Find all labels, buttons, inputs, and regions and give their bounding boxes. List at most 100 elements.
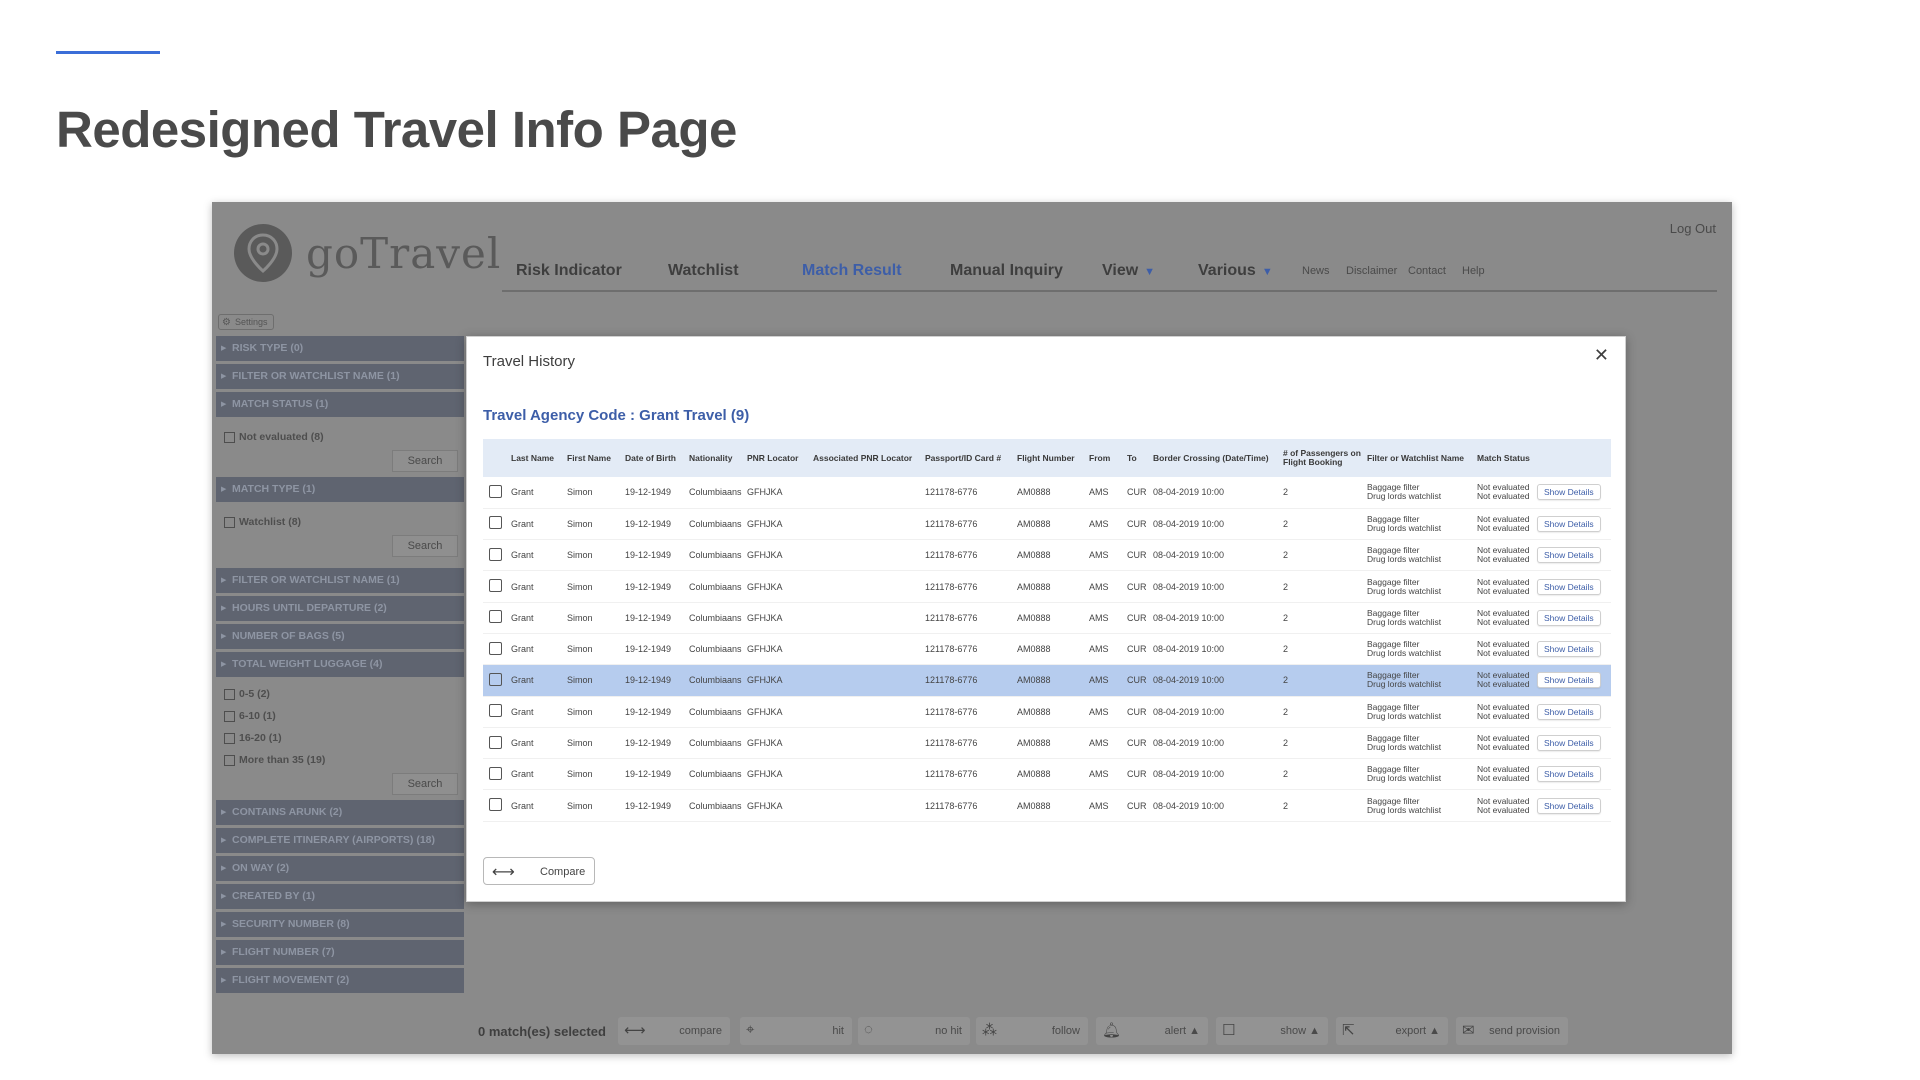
search-button[interactable]: Search xyxy=(392,450,458,472)
show-details-button[interactable]: Show Details xyxy=(1537,547,1601,564)
export-action-button[interactable]: ⇱ export ▲ xyxy=(1336,1017,1448,1045)
alert-action-button[interactable]: 🔔︎ alert ▲ xyxy=(1096,1017,1208,1045)
show-details-button[interactable]: Show Details xyxy=(1537,797,1601,814)
search-button[interactable]: Search xyxy=(392,773,458,795)
show-details-button[interactable]: Show Details xyxy=(1537,484,1601,501)
checkbox-weight-0-5[interactable]: 0-5 (2) xyxy=(224,683,464,705)
follow-action-button[interactable]: ⁂ follow xyxy=(976,1017,1088,1045)
filter-flight-number[interactable]: FLIGHT NUMBER (7) xyxy=(216,940,464,965)
cell-status: Not evaluated Not evaluated xyxy=(1475,790,1535,821)
checkbox-box[interactable] xyxy=(224,732,235,744)
close-icon[interactable]: ✕ xyxy=(1594,345,1609,366)
filter-complete-itinerary[interactable]: COMPLETE ITINERARY (AIRPORTS) (18) xyxy=(216,828,464,853)
table-row[interactable]: Grant Simon 19-12-1949 Columbiaans GFHJK… xyxy=(483,508,1611,540)
nav-manual-inquiry[interactable]: Manual Inquiry xyxy=(950,262,1063,280)
filter-number-of-bags[interactable]: NUMBER OF BAGS (5) xyxy=(216,624,464,649)
nav-various[interactable]: Various ▼ xyxy=(1198,262,1273,280)
checkbox-box[interactable] xyxy=(224,431,235,443)
row-checkbox[interactable] xyxy=(489,641,502,655)
table-row[interactable]: Grant Simon 19-12-1949 Columbiaans GFHJK… xyxy=(483,540,1611,571)
filter-security-number[interactable]: SECURITY NUMBER (8) xyxy=(216,912,464,937)
row-select-cell[interactable] xyxy=(483,571,509,602)
row-select-cell[interactable] xyxy=(483,633,509,664)
checkbox-box[interactable] xyxy=(224,754,235,766)
nav-contact[interactable]: Contact xyxy=(1408,265,1446,277)
checkbox-box[interactable] xyxy=(224,516,235,528)
settings-button[interactable]: ⚙ Settings xyxy=(218,314,274,330)
nav-disclaimer[interactable]: Disclaimer xyxy=(1346,265,1397,277)
table-row[interactable]: Grant Simon 19-12-1949 Columbiaans GFHJK… xyxy=(483,477,1611,509)
compare-action-button[interactable]: ⟷ compare xyxy=(618,1017,730,1045)
row-checkbox[interactable] xyxy=(489,484,502,498)
row-select-cell[interactable] xyxy=(483,477,509,508)
checkbox-box[interactable] xyxy=(224,688,235,700)
table-row[interactable]: Grant Simon 19-12-1949 Columbiaans GFHJK… xyxy=(483,664,1611,697)
row-select-cell[interactable] xyxy=(483,759,509,790)
table-row[interactable]: Grant Simon 19-12-1949 Columbiaans GFHJK… xyxy=(483,633,1611,665)
filter-match-status[interactable]: MATCH STATUS (1) xyxy=(216,392,464,417)
table-row[interactable]: Grant Simon 19-12-1949 Columbiaans GFHJK… xyxy=(483,602,1611,634)
row-select-cell[interactable] xyxy=(483,727,509,758)
nav-help[interactable]: Help xyxy=(1462,265,1485,277)
row-select-cell[interactable] xyxy=(483,540,509,571)
row-select-cell[interactable] xyxy=(483,696,509,727)
row-checkbox[interactable] xyxy=(489,516,502,530)
table-row[interactable]: Grant Simon 19-12-1949 Columbiaans GFHJK… xyxy=(483,727,1611,759)
no-hit-action-button[interactable]: ◌ no hit xyxy=(858,1017,970,1045)
checkbox-box[interactable] xyxy=(224,710,235,722)
row-select-cell[interactable] xyxy=(483,508,509,539)
table-row[interactable]: Grant Simon 19-12-1949 Columbiaans GFHJK… xyxy=(483,759,1611,790)
filter-watchlist-name-2[interactable]: FILTER OR WATCHLIST NAME (1) xyxy=(216,568,464,593)
show-details-button[interactable]: Show Details xyxy=(1537,641,1601,658)
nav-risk-indicator[interactable]: Risk Indicator xyxy=(516,262,622,280)
row-select-cell[interactable] xyxy=(483,602,509,633)
table-row[interactable]: Grant Simon 19-12-1949 Columbiaans GFHJK… xyxy=(483,696,1611,728)
row-checkbox[interactable] xyxy=(489,798,502,812)
show-details-button[interactable]: Show Details xyxy=(1537,609,1601,626)
nav-watchlist[interactable]: Watchlist xyxy=(668,262,739,280)
compare-button[interactable]: ⟷ Compare xyxy=(483,857,595,885)
show-details-button[interactable]: Show Details xyxy=(1537,578,1601,595)
checkbox-weight-16-20[interactable]: 16-20 (1) xyxy=(224,727,464,749)
row-checkbox[interactable] xyxy=(489,766,502,780)
row-checkbox[interactable] xyxy=(489,672,502,686)
filter-hours-until-departure[interactable]: HOURS UNTIL DEPARTURE (2) xyxy=(216,596,464,621)
filter-one-way[interactable]: ON WAY (2) xyxy=(216,856,464,881)
row-checkbox[interactable] xyxy=(489,704,502,718)
checkbox-watchlist[interactable]: Watchlist (8) xyxy=(224,511,464,533)
table-row[interactable]: Grant Simon 19-12-1949 Columbiaans GFHJK… xyxy=(483,571,1611,603)
filter-risk-type[interactable]: RISK TYPE (0) xyxy=(216,336,464,361)
table-row[interactable]: Grant Simon 19-12-1949 Columbiaans GFHJK… xyxy=(483,790,1611,822)
checkbox-not-evaluated[interactable]: Not evaluated (8) xyxy=(224,426,464,448)
checkbox-weight-35plus[interactable]: More than 35 (19) xyxy=(224,749,464,771)
cell-border: 08-04-2019 10:00 xyxy=(1151,665,1281,696)
show-details-button[interactable]: Show Details xyxy=(1537,766,1601,783)
hit-action-button[interactable]: ⌖ hit xyxy=(740,1017,852,1045)
row-select-cell[interactable] xyxy=(483,665,509,696)
cell-to-text: CUR xyxy=(1127,769,1147,780)
logout-link[interactable]: Log Out xyxy=(1670,221,1716,236)
filter-match-type[interactable]: MATCH TYPE (1) xyxy=(216,477,464,502)
nav-news[interactable]: News xyxy=(1302,265,1330,277)
row-checkbox[interactable] xyxy=(489,579,502,593)
show-action-button[interactable]: ☐ show ▲ xyxy=(1216,1017,1328,1045)
show-details-button[interactable]: Show Details xyxy=(1537,672,1601,689)
show-details-button[interactable]: Show Details xyxy=(1537,735,1601,752)
row-select-cell[interactable] xyxy=(483,790,509,821)
caret-down-icon: ▼ xyxy=(1261,266,1273,278)
filter-flight-movement[interactable]: FLIGHT MOVEMENT (2) xyxy=(216,968,464,993)
filter-contains-arunk[interactable]: CONTAINS ARUNK (2) xyxy=(216,800,464,825)
filter-watchlist-name[interactable]: FILTER OR WATCHLIST NAME (1) xyxy=(216,364,464,389)
checkbox-weight-6-10[interactable]: 6-10 (1) xyxy=(224,705,464,727)
show-details-button[interactable]: Show Details xyxy=(1537,515,1601,532)
show-details-button[interactable]: Show Details xyxy=(1537,703,1601,720)
row-checkbox[interactable] xyxy=(489,735,502,749)
nav-view[interactable]: View ▼ xyxy=(1102,262,1155,280)
row-checkbox[interactable] xyxy=(489,610,502,624)
filter-created-by[interactable]: CREATED BY (1) xyxy=(216,884,464,909)
search-button[interactable]: Search xyxy=(392,535,458,557)
filter-total-weight-luggage[interactable]: TOTAL WEIGHT LUGGAGE (4) xyxy=(216,652,464,677)
nav-match-result[interactable]: Match Result xyxy=(802,262,902,280)
send-provision-button[interactable]: ✉ send provision xyxy=(1456,1017,1568,1045)
row-checkbox[interactable] xyxy=(489,547,502,561)
